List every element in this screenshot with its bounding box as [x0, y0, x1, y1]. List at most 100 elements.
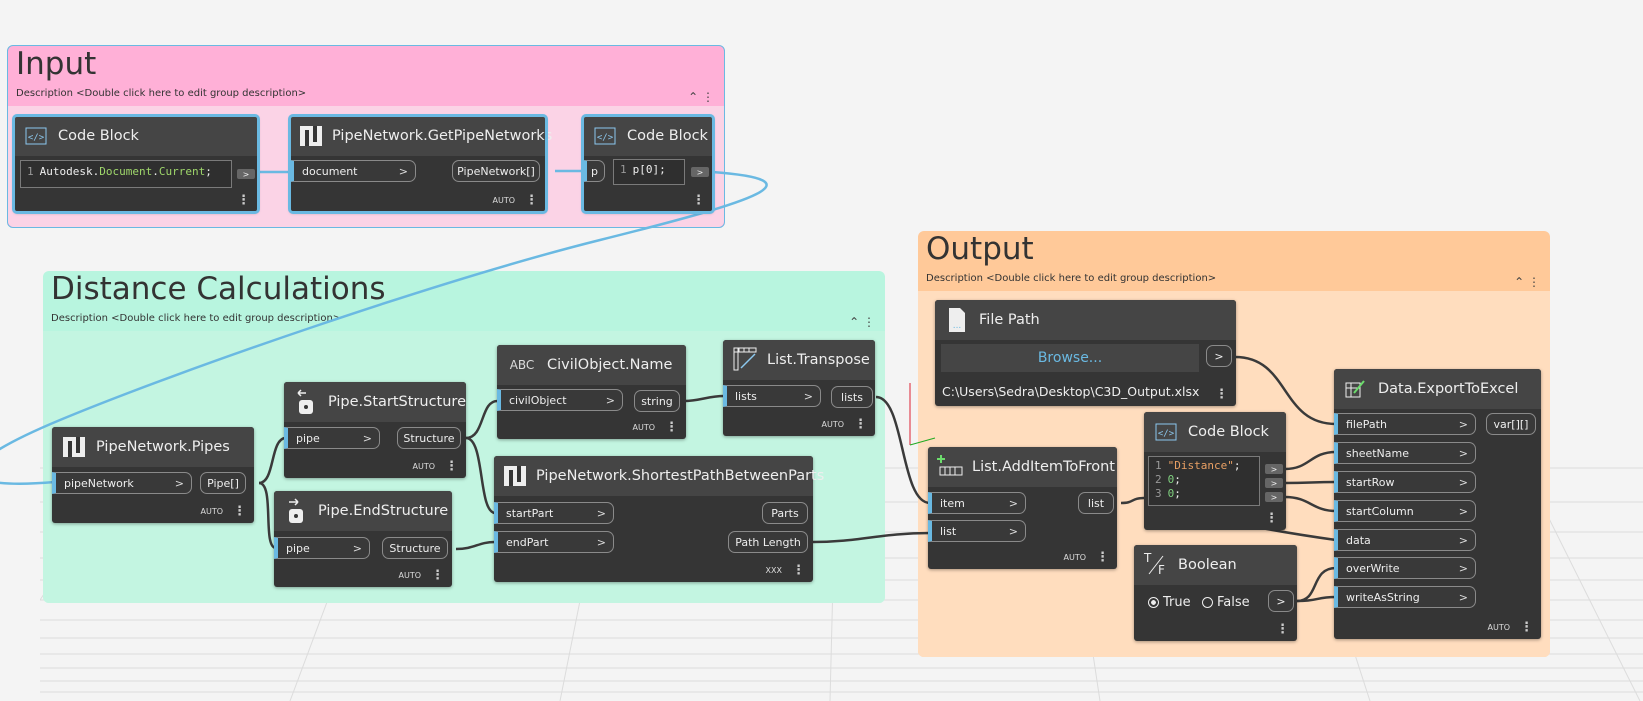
node-data-exporttoexcel[interactable]: Data.ExportToExcel filePath > sheetName > … — [1334, 369, 1541, 639]
output-port[interactable]: > — [1268, 590, 1294, 612]
node-file-path[interactable]: ... File Path Browse... > C:\Users\Sedra\… — [935, 300, 1236, 406]
node-pipe-endstructure[interactable]: Pipe.EndStructure pipe > Structure AUTO ⋮ — [274, 491, 452, 587]
input-port-endpart[interactable]: endPart > — [494, 531, 614, 553]
port-label: Path Length — [735, 535, 801, 549]
node-code-block-index[interactable]: </> Code Block p 1 p[0]; > ⋮ — [581, 114, 715, 214]
boolean-icon-t: T — [1144, 551, 1152, 565]
node-menu-icon[interactable]: ⋮ — [233, 504, 246, 519]
output-port-pipes[interactable]: Pipe[] — [200, 472, 246, 494]
code-editor[interactable]: 1 p[0]; — [613, 159, 685, 185]
output-port-lists[interactable]: lists — [831, 386, 873, 408]
line-number: 1 — [1155, 459, 1162, 472]
file-path-value: C:\Users\Sedra\Desktop\C3D_Output.xlsx — [942, 384, 1200, 399]
input-port-lists[interactable]: lists > — [723, 385, 821, 407]
input-port-startcolumn[interactable]: startColumn > — [1334, 500, 1476, 522]
output-port[interactable]: > — [1206, 345, 1232, 367]
node-menu-icon[interactable]: ⋮ — [431, 568, 444, 583]
output-port-parts[interactable]: Parts — [762, 502, 808, 524]
output-port[interactable]: > — [237, 169, 255, 179]
input-port-filepath[interactable]: filePath > — [1334, 413, 1476, 435]
node-title: Pipe.StartStructure — [327, 394, 466, 410]
node-menu-icon[interactable]: ⋮ — [525, 193, 538, 208]
node-menu-icon[interactable]: ⋮ — [665, 420, 678, 435]
port-label: string — [641, 394, 673, 408]
port-label: pipe — [296, 431, 320, 445]
node-title: Code Block — [627, 128, 708, 144]
node-menu-icon[interactable]: ⋮ — [792, 563, 805, 578]
input-port-civilobject[interactable]: civilObject > — [497, 389, 623, 411]
output-port-list[interactable]: list — [1078, 492, 1114, 514]
input-port-p[interactable]: p — [583, 160, 605, 182]
node-pipenetwork-pipes[interactable]: PipeNetwork.Pipes pipeNetwork > Pipe[] AU… — [52, 427, 254, 523]
abc-icon: ABC — [509, 358, 535, 372]
node-pipe-startstructure[interactable]: Pipe.StartStructure pipe > Structure AUTO… — [284, 382, 466, 478]
input-port-sheetname[interactable]: sheetName > — [1334, 442, 1476, 464]
radio-selected-icon — [1148, 597, 1159, 608]
port-label: civilObject — [509, 393, 567, 407]
code-token: Autodesk. — [39, 165, 100, 178]
node-menu-icon[interactable]: ⋮ — [1276, 622, 1289, 637]
node-menu-icon[interactable]: ⋮ — [1520, 620, 1533, 635]
input-port-overwrite[interactable]: overWrite > — [1334, 557, 1476, 579]
node-menu-icon[interactable]: ⋮ — [854, 417, 867, 432]
node-menu-icon[interactable]: ⋮ — [237, 193, 250, 208]
node-menu-icon[interactable]: ⋮ — [445, 459, 458, 474]
graph-canvas[interactable]: Input Description <Double click here to … — [0, 0, 1643, 701]
input-port-pipe[interactable]: pipe > — [284, 427, 380, 449]
node-list-additemtofront[interactable]: List.AddItemToFront item > list > list AUT… — [928, 447, 1117, 569]
port-label: startColumn — [1346, 504, 1414, 518]
line-number: 1 — [620, 163, 627, 176]
output-port-structure[interactable]: Structure — [382, 537, 448, 559]
input-port-document[interactable]: document > — [290, 160, 416, 182]
code-token: ; — [1174, 487, 1181, 500]
port-label: lists — [735, 389, 757, 403]
svg-text:...: ... — [953, 321, 962, 331]
port-label: sheetName — [1346, 446, 1410, 460]
input-port-pipenetwork[interactable]: pipeNetwork > — [52, 472, 192, 494]
input-port-startrow[interactable]: startRow > — [1334, 471, 1476, 493]
lacing-label: AUTO — [412, 462, 435, 471]
code-block-icon: </> — [22, 122, 50, 150]
input-port-item[interactable]: item > — [928, 492, 1026, 514]
false-radio[interactable]: False — [1202, 595, 1250, 610]
node-boolean[interactable]: T F Boolean True False > ⋮ — [1134, 545, 1297, 641]
node-list-transpose[interactable]: List.Transpose lists > lists AUTO ⋮ — [723, 340, 875, 436]
code-editor[interactable]: 1 "Distance"; 2 0; 3 0; — [1148, 456, 1260, 506]
node-title: PipeNetwork.ShortestPathBetweenParts — [536, 468, 825, 484]
input-port-writeasstring[interactable]: writeAsString > — [1334, 586, 1476, 608]
input-port-pipe[interactable]: pipe > — [274, 537, 370, 559]
node-pipenetwork-getpipenetworks[interactable]: PipeNetwork.GetPipeNetworks document > Pi… — [288, 114, 552, 214]
output-port-2[interactable]: > — [1265, 478, 1283, 488]
code-editor[interactable]: 1 Autodesk.Document.Current; — [20, 160, 232, 188]
output-port-pipenetwork[interactable]: PipeNetwork[] — [452, 160, 540, 182]
true-radio[interactable]: True — [1148, 595, 1191, 610]
output-port-1[interactable]: > — [1265, 464, 1283, 474]
port-label: pipe — [286, 541, 310, 555]
node-title: Pipe.EndStructure — [318, 503, 449, 519]
input-port-list[interactable]: list > — [928, 520, 1026, 542]
boolean-icon: TF — [1142, 551, 1170, 579]
node-title: Code Block — [1188, 424, 1269, 440]
node-menu-icon[interactable]: ⋮ — [1096, 550, 1109, 565]
output-port-3[interactable]: > — [1265, 492, 1283, 502]
output-port-structure[interactable]: Structure — [397, 427, 461, 449]
output-port-path-length[interactable]: Path Length — [728, 531, 808, 553]
input-port-data[interactable]: data > — [1334, 529, 1476, 551]
node-civilobject-name[interactable]: ABC CivilObject.Name civilObject > string … — [497, 345, 686, 439]
node-shortestpathbetweenparts[interactable]: PipeNetwork.ShortestPathBetweenParts sta… — [494, 456, 824, 582]
node-code-block-document[interactable]: </> Code Block 1 Autodesk.Document.Current… — [12, 114, 260, 214]
port-label: document — [302, 164, 358, 178]
node-menu-icon[interactable]: ⋮ — [1215, 387, 1228, 402]
file-icon: ... — [943, 306, 971, 334]
node-code-block-values[interactable]: </> Code Block 1 "Distance"; 2 0; 3 0; > > >… — [1144, 412, 1286, 530]
civil3d-icon — [298, 122, 324, 150]
node-menu-icon[interactable]: ⋮ — [692, 193, 705, 208]
port-label: data — [1346, 533, 1371, 547]
lacing-label: XXX — [765, 566, 782, 575]
output-port-string[interactable]: string — [634, 390, 680, 412]
node-menu-icon[interactable]: ⋮ — [1265, 511, 1278, 526]
output-port[interactable]: > — [691, 167, 709, 177]
browse-button[interactable]: Browse... — [941, 344, 1199, 372]
input-port-startpart[interactable]: startPart > — [494, 502, 614, 524]
output-port-var[interactable]: var[][] — [1486, 413, 1536, 435]
